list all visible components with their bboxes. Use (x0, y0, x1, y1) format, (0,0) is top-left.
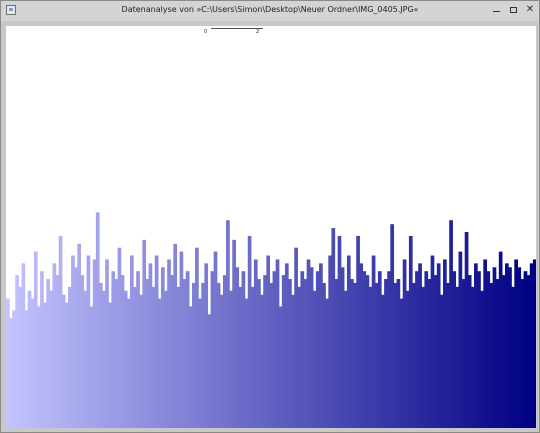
scale-ruler: 0 2 (6, 26, 536, 36)
app-window: Datenanalyse von »C:\Users\Simon\Desktop… (0, 0, 540, 433)
minimize-button[interactable] (487, 4, 505, 16)
histogram-chart (6, 212, 536, 428)
chart-area: 0 2 (6, 26, 536, 428)
ruler-max-label: 2 (256, 29, 260, 35)
histogram-bar (532, 259, 536, 428)
minimize-icon (492, 11, 500, 12)
maximize-button[interactable] (504, 4, 522, 16)
close-button[interactable]: ✕ (521, 4, 539, 16)
maximize-icon (509, 7, 517, 13)
window-title: Datenanalyse von »C:\Users\Simon\Desktop… (121, 5, 419, 14)
ruler-min-label: 0 (204, 29, 208, 35)
title-bar[interactable]: Datenanalyse von »C:\Users\Simon\Desktop… (1, 1, 539, 21)
close-icon: ✕ (525, 4, 535, 15)
